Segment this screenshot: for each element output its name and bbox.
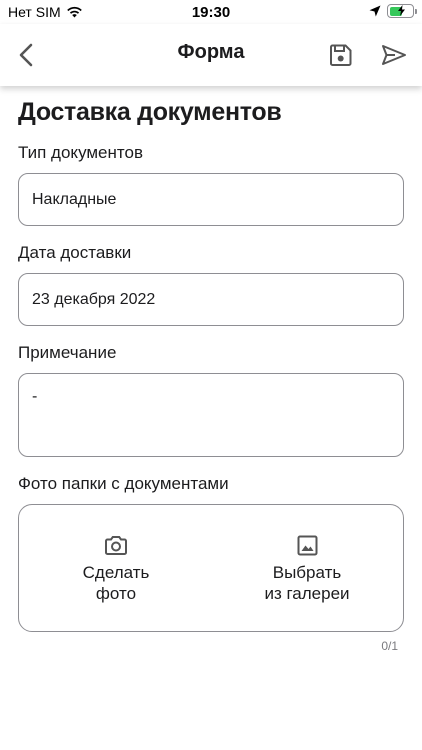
choose-gallery-label: Выбрать из галереи <box>264 563 350 603</box>
doc-type-field[interactable]: Накладные <box>18 173 404 226</box>
nav-title: Форма <box>177 41 245 63</box>
note-label: Примечание <box>18 343 117 362</box>
photo-counter: 0/1 <box>381 639 398 653</box>
note-value: - <box>32 388 38 405</box>
page-title: Доставка документов <box>18 98 282 126</box>
photo-picker: Сделать фото Выбрать из галереи <box>18 504 404 632</box>
send-button[interactable] <box>378 39 410 71</box>
photo-label: Фото папки с документами <box>18 474 229 493</box>
status-time: 19:30 <box>191 4 231 21</box>
form-content: Доставка документов Тип документов Накла… <box>18 86 404 653</box>
status-bar: Нет SIM 19:30 <box>0 0 422 24</box>
floppy-disk-icon <box>329 44 351 66</box>
take-photo-button[interactable]: Сделать фото <box>31 535 201 604</box>
battery-icon <box>387 4 417 18</box>
camera-icon <box>105 536 127 555</box>
doc-type-value: Накладные <box>32 190 117 208</box>
paper-plane-icon <box>382 45 406 65</box>
choose-gallery-button[interactable]: Выбрать из галереи <box>222 535 392 604</box>
note-field[interactable]: - <box>18 373 404 457</box>
take-photo-label: Сделать фото <box>82 563 150 603</box>
location-arrow-icon <box>369 5 381 17</box>
delivery-date-label: Дата доставки <box>18 243 132 262</box>
doc-type-label: Тип документов <box>18 143 143 162</box>
nav-bar: Форма <box>0 24 422 86</box>
status-right <box>369 4 417 18</box>
image-icon <box>297 535 317 556</box>
save-button[interactable] <box>324 39 356 71</box>
delivery-date-field[interactable]: 23 декабря 2022 <box>18 273 404 326</box>
delivery-date-value: 23 декабря 2022 <box>32 290 156 308</box>
